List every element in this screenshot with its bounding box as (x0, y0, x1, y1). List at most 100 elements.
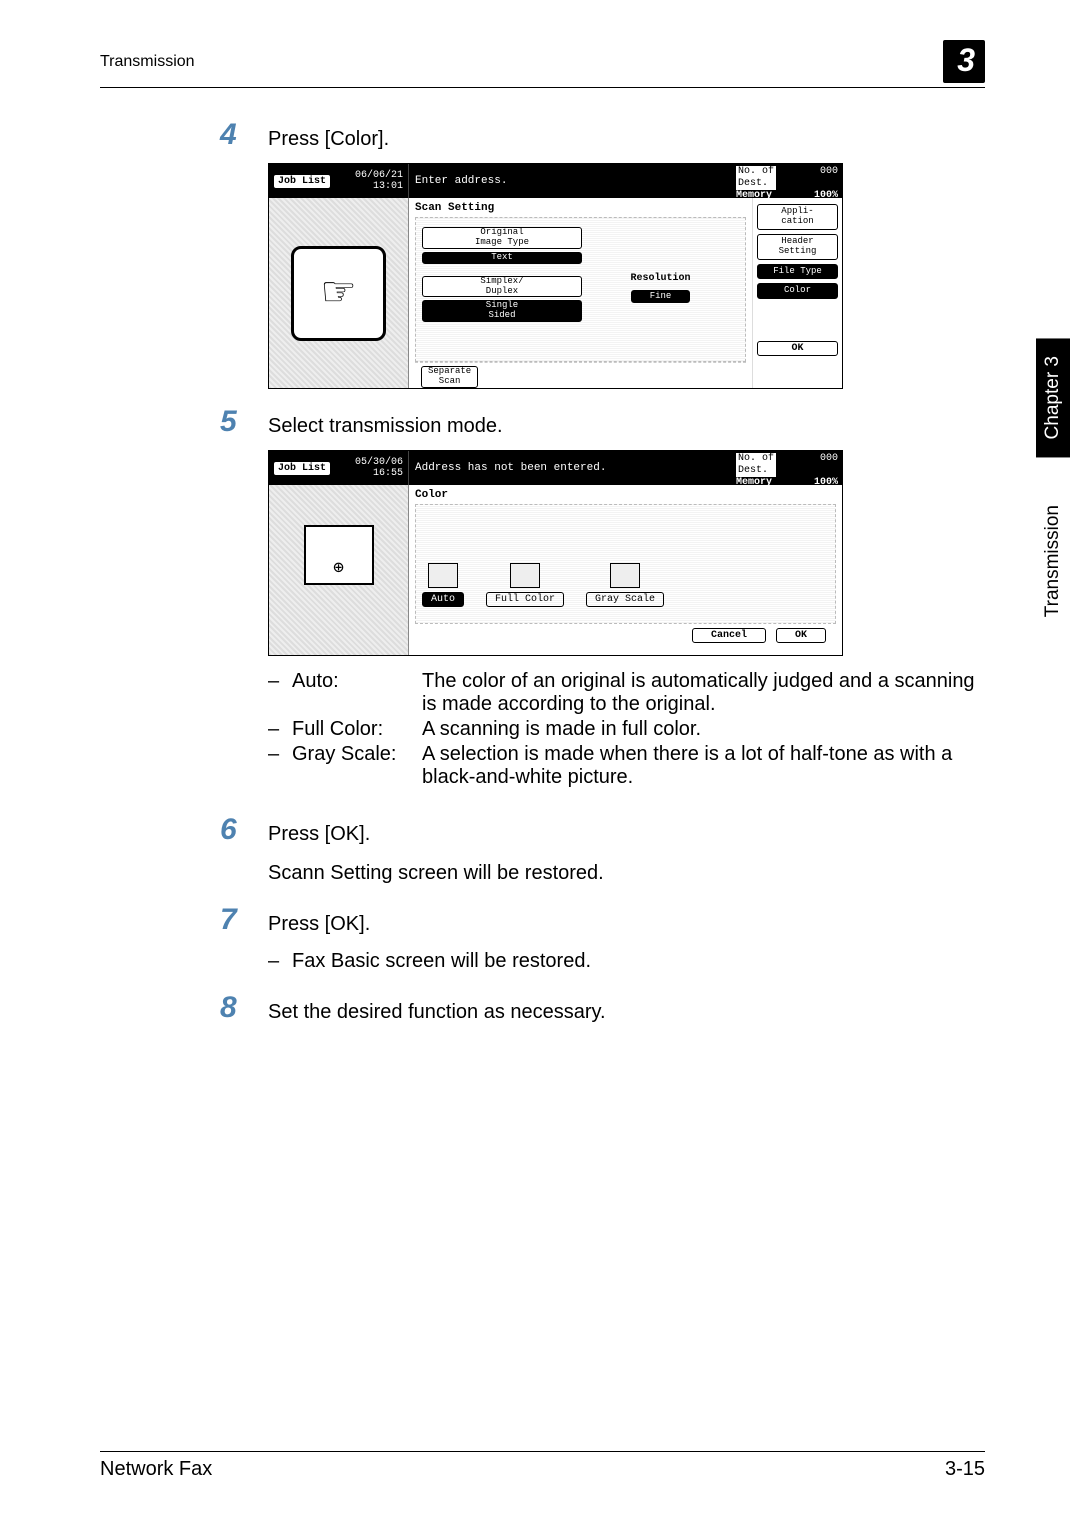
preview-pane: ☞ (269, 198, 409, 388)
step-6: 6 Press [OK]. Scann Setting screen will … (220, 815, 975, 887)
dest-count-value: 000 (820, 166, 838, 190)
step-text: Press [OK]. (268, 911, 975, 938)
ok-button[interactable]: OK (776, 628, 826, 643)
gray-scale-label: Gray Scale (586, 592, 664, 607)
step-text: Select transmission mode. (268, 407, 975, 440)
dash-icon: – (268, 670, 292, 716)
step-text: Set the desired function as necessary. (268, 993, 975, 1026)
file-type-button[interactable]: File Type (757, 264, 838, 280)
side-tab-chapter: Chapter 3 (1036, 338, 1070, 457)
footer-page-number: 3-15 (945, 1458, 985, 1481)
step-body: Press [OK]. – Fax Basic screen will be r… (268, 905, 975, 975)
header-setting-button[interactable]: Header Setting (757, 234, 838, 260)
definition-desc: A scanning is made in full color. (422, 718, 975, 741)
section-title: Color (415, 489, 836, 501)
color-options-row: Auto Full Color Gray Scale (422, 511, 664, 617)
step-5: 5 Select transmission mode. (220, 407, 975, 440)
settings-mid-column: Resolution Fine (582, 224, 739, 355)
resolution-label: Resolution (630, 273, 690, 284)
application-button[interactable]: Appli- cation (757, 204, 838, 230)
side-tabs: Chapter 3 Transmission (1036, 320, 1070, 648)
original-image-type-value[interactable]: Text (422, 252, 582, 264)
full-color-label: Full Color (486, 592, 564, 607)
color-option-auto[interactable]: Auto (422, 563, 464, 607)
main-panel: Color Auto Full Color (409, 485, 842, 655)
gray-scale-icon (610, 563, 640, 588)
dash-icon: – (268, 948, 292, 975)
bottom-button-row: Cancel OK (415, 624, 836, 649)
definition-desc: The color of an original is automaticall… (422, 670, 975, 716)
step-text: Press [OK]. (268, 821, 975, 848)
cancel-button[interactable]: Cancel (692, 628, 766, 643)
preview-pane (269, 485, 409, 655)
step-body: Press [OK]. Scann Setting screen will be… (268, 815, 975, 887)
separate-scan-button[interactable]: Separate Scan (421, 366, 478, 388)
definition-list: – Auto: The color of an original is auto… (268, 670, 975, 789)
right-button-column: Appli- cation Header Setting File Type C… (752, 198, 842, 388)
step-number: 8 (220, 993, 268, 1026)
settings-panel: Original Image Type Text Simplex/ Duplex… (415, 217, 746, 362)
panel-footer: Separate Scan (415, 362, 746, 391)
top-right-status: No. of Dest. 000 Memory 100% (732, 451, 842, 485)
page-header: Transmission 3 (100, 40, 985, 88)
screenshot-scan-setting: Job List 06/06/21 13:01 Enter address. N… (268, 163, 843, 389)
full-color-icon (510, 563, 540, 588)
original-image-type-label: Original Image Type (422, 227, 582, 249)
definition-label: Gray Scale: (292, 743, 422, 789)
screenshot-color-mode: Job List 05/30/06 16:55 Address has not … (268, 450, 843, 656)
content-area: 4 Press [Color]. Job List 06/06/21 13:01… (220, 120, 975, 1026)
screenshot-top-bar: Job List 06/06/21 13:01 Enter address. N… (269, 164, 842, 198)
simplex-duplex-label: Simplex/ Duplex (422, 276, 582, 298)
hand-point-icon: ☞ (291, 246, 386, 341)
side-tab-section: Transmission (1036, 493, 1070, 629)
header-title: Transmission (100, 53, 195, 71)
page-root: Transmission 3 4 Press [Color]. Job List… (0, 0, 1080, 1529)
step-7: 7 Press [OK]. – Fax Basic screen will be… (220, 905, 975, 975)
step-subtext: Scann Setting screen will be restored. (268, 860, 975, 887)
dest-count-label: No. of Dest. (736, 453, 776, 477)
definition-full-color: – Full Color: A scanning is made in full… (268, 718, 975, 741)
definition-auto: – Auto: The color of an original is auto… (268, 670, 975, 716)
step-number: 6 (220, 815, 268, 887)
dest-count-label: No. of Dest. (736, 166, 776, 190)
job-list-label: Job List (274, 175, 330, 188)
step-number: 5 (220, 407, 268, 440)
ok-button[interactable]: OK (757, 341, 838, 356)
resolution-value[interactable]: Fine (631, 290, 691, 304)
step-bullet-text: Fax Basic screen will be restored. (292, 948, 591, 975)
dash-icon: – (268, 718, 292, 741)
scanner-icon (304, 525, 374, 585)
step-8: 8 Set the desired function as necessary. (220, 993, 975, 1026)
job-list-date: 05/30/06 16:55 (355, 457, 403, 479)
step-text: Press [Color]. (268, 120, 975, 153)
color-panel: Auto Full Color Gray Scale (415, 504, 836, 624)
color-button[interactable]: Color (757, 283, 838, 299)
status-message: Enter address. (409, 164, 732, 198)
settings-left-column: Original Image Type Text Simplex/ Duplex… (422, 224, 582, 355)
job-list-label: Job List (274, 462, 330, 475)
top-right-status: No. of Dest. 000 Memory 100% (732, 164, 842, 198)
footer-title: Network Fax (100, 1458, 212, 1481)
chapter-number-badge: 3 (943, 40, 985, 83)
color-option-full[interactable]: Full Color (486, 563, 564, 607)
simplex-duplex-value[interactable]: Single Sided (422, 300, 582, 322)
definition-desc: A selection is made when there is a lot … (422, 743, 975, 789)
auto-icon (428, 563, 458, 588)
step-number: 4 (220, 120, 268, 153)
definition-gray-scale: – Gray Scale: A selection is made when t… (268, 743, 975, 789)
job-list-button[interactable]: Job List 05/30/06 16:55 (269, 451, 409, 485)
screenshot-top-bar: Job List 05/30/06 16:55 Address has not … (269, 451, 842, 485)
color-option-gray[interactable]: Gray Scale (586, 563, 664, 607)
step-4: 4 Press [Color]. (220, 120, 975, 153)
job-list-button[interactable]: Job List 06/06/21 13:01 (269, 164, 409, 198)
screenshot-body: ☞ Scan Setting Original Image Type Text … (269, 198, 842, 388)
job-list-date: 06/06/21 13:01 (355, 170, 403, 192)
definition-label: Auto: (292, 670, 422, 716)
step-number: 7 (220, 905, 268, 975)
page-footer: Network Fax 3-15 (100, 1451, 985, 1481)
screenshot-body: Color Auto Full Color (269, 485, 842, 655)
dest-count-value: 000 (820, 453, 838, 477)
dash-icon: – (268, 743, 292, 789)
step-bullet: – Fax Basic screen will be restored. (268, 948, 975, 975)
definition-label: Full Color: (292, 718, 422, 741)
